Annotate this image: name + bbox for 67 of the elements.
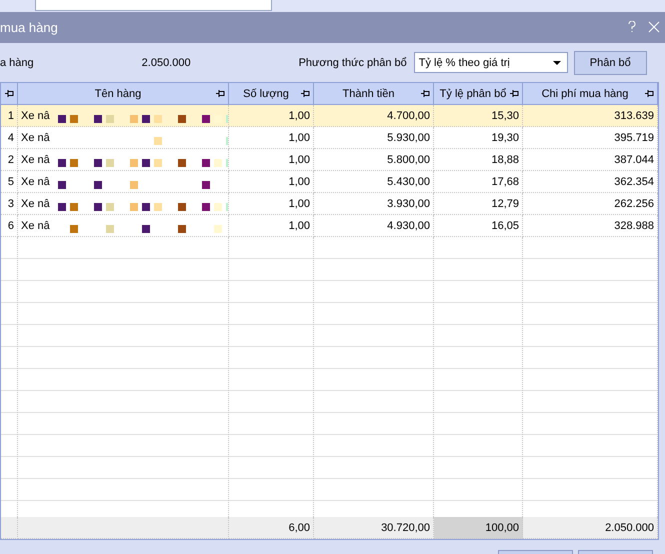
column-header[interactable]: Chi phí mua hàng bbox=[523, 83, 658, 105]
allocate-button[interactable]: Phân bổ bbox=[574, 50, 647, 74]
total-cell: 6,00 bbox=[229, 517, 314, 539]
table-cell: Xe nâ bbox=[18, 149, 229, 171]
table-cell: 5.930,00 bbox=[314, 127, 434, 149]
column-header[interactable] bbox=[1, 83, 18, 105]
pin-icon[interactable] bbox=[510, 90, 519, 97]
column-header[interactable]: Tên hàng bbox=[18, 83, 229, 105]
pin-icon[interactable] bbox=[5, 90, 14, 97]
table-row[interactable]: 3 Xe nâ 1,00 3.930,00 12,79 262.256 bbox=[1, 193, 658, 215]
table-cell: 4.930,00 bbox=[314, 215, 434, 237]
table-row[interactable]: 2 Xe nâ 1,00 5.800,00 18,88 387.044 bbox=[1, 149, 658, 171]
table-cell: 2 bbox=[1, 149, 18, 171]
pin-icon[interactable] bbox=[645, 90, 654, 97]
table-cell: 5.430,00 bbox=[314, 171, 434, 193]
table-cell: 313.639 bbox=[523, 105, 658, 127]
table-cell: 17,68 bbox=[434, 171, 523, 193]
table-cell: 4.700,00 bbox=[314, 105, 434, 127]
method-label: Phương thức phân bổ bbox=[298, 56, 407, 68]
table-cell: 3 bbox=[1, 193, 18, 215]
caret-icon bbox=[552, 60, 561, 64]
table-row[interactable]: 4 Xe nâ 1,00 5.930,00 19,30 395.719 bbox=[1, 127, 658, 149]
table-cell: 5 bbox=[1, 171, 18, 193]
summary-label: a hàng bbox=[0, 56, 34, 68]
table-cell: 395.719 bbox=[523, 127, 658, 149]
table-cell: 12,79 bbox=[434, 193, 523, 215]
table-cell: 6 bbox=[1, 215, 18, 237]
table-cell: Xe nâ bbox=[18, 127, 229, 149]
table-cell: 4 bbox=[1, 127, 18, 149]
text-field[interactable] bbox=[35, 0, 272, 11]
table-cell: 5.800,00 bbox=[314, 149, 434, 171]
table-cell: 1 bbox=[1, 105, 18, 127]
method-dropdown[interactable]: Tỷ lệ % theo giá trị bbox=[414, 52, 568, 73]
table-cell: Xe nâ bbox=[18, 105, 229, 127]
table-cell: 362.354 bbox=[523, 171, 658, 193]
table-cell: 19,30 bbox=[434, 127, 523, 149]
table-cell: 1,00 bbox=[229, 215, 314, 237]
table-cell: 387.044 bbox=[523, 149, 658, 171]
table-cell: 1,00 bbox=[229, 149, 314, 171]
total-cell: 2.050.000 bbox=[523, 517, 658, 539]
table-cell: 3.930,00 bbox=[314, 193, 434, 215]
table-cell: Xe nâ bbox=[18, 215, 229, 237]
column-header[interactable]: Số lượng bbox=[229, 83, 314, 105]
total-cell bbox=[1, 517, 18, 539]
table-cell: Xe nâ bbox=[18, 171, 229, 193]
table-row[interactable]: 1 Xe nâ 1,00 4.700,00 15,30 313.639 bbox=[1, 105, 658, 127]
table-cell: 1,00 bbox=[229, 127, 314, 149]
pin-icon[interactable] bbox=[301, 90, 310, 97]
table-cell: 262.256 bbox=[523, 193, 658, 215]
summary-value: 2.050.000 bbox=[142, 56, 191, 68]
pin-icon[interactable] bbox=[216, 90, 225, 97]
table-cell: 15,30 bbox=[434, 105, 523, 127]
table-row[interactable]: 6 Xe nâ 1,00 4.930,00 16,05 328.988 bbox=[1, 215, 658, 237]
table-cell: Xe nâ bbox=[18, 193, 229, 215]
table-cell: 1,00 bbox=[229, 105, 314, 127]
window-title: mua hàng bbox=[0, 20, 59, 35]
table-cell: 1,00 bbox=[229, 171, 314, 193]
total-cell: 100,00 bbox=[434, 517, 523, 539]
table-cell: 328.988 bbox=[523, 215, 658, 237]
column-header[interactable]: Thành tiền bbox=[314, 83, 434, 105]
table-cell: 16,05 bbox=[434, 215, 523, 237]
total-cell: 30.720,00 bbox=[314, 517, 434, 539]
table-cell: 1,00 bbox=[229, 193, 314, 215]
pin-icon[interactable] bbox=[421, 90, 430, 97]
table-row[interactable]: 5 Xe nâ 1,00 5.430,00 17,68 362.354 bbox=[1, 171, 658, 193]
table-cell: 18,88 bbox=[434, 149, 523, 171]
column-header[interactable]: Tỷ lệ phân bổ bbox=[434, 83, 523, 105]
